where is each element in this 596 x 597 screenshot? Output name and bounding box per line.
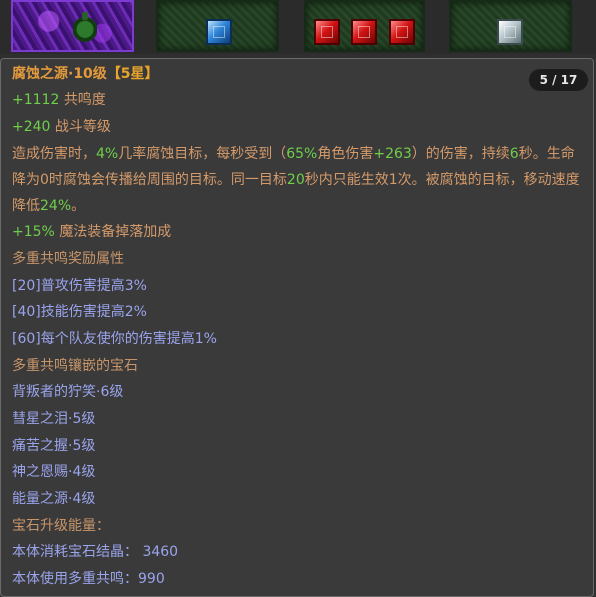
blue-gem-icon (206, 19, 232, 45)
desc-value: 20 (286, 172, 305, 188)
desc-text: 几率腐蚀目标，每秒受到（ (118, 146, 287, 162)
gems-header: 多重共鸣镶嵌的宝石 (12, 358, 138, 374)
desc-value: 4% (96, 146, 119, 162)
desc-text: 造成伤害时， (12, 146, 96, 162)
upgrade-resonance-label: 本体使用多重共鸣： (12, 571, 138, 587)
desc-value: +263 (373, 146, 412, 162)
gem-slot-3[interactable] (449, 0, 572, 52)
upgrade-crystal-value: 3460 (142, 544, 179, 560)
upgrade-crystal: 本体消耗宝石结晶： 3460 (12, 542, 178, 562)
gem-slot-2[interactable] (304, 0, 425, 52)
stat-combat-value: +240 (12, 119, 51, 135)
item-slot[interactable] (11, 0, 134, 52)
desc-value: 65% (286, 146, 318, 162)
desc-text: ）的伤害，持续 (411, 146, 510, 162)
desc-text: 。 (71, 198, 86, 214)
stat-drop-value: +15% (12, 224, 55, 240)
red-gem-icon (351, 19, 377, 45)
gem-slot-strip (0, 0, 596, 54)
upgrade-crystal-label: 本体消耗宝石结晶： (12, 544, 138, 560)
desc-text: 角色伤害 (317, 146, 374, 162)
red-gem-icon (389, 19, 415, 45)
red-gem-icon (314, 19, 340, 45)
bonus-item: [20]普攻伤害提高3% (12, 278, 147, 294)
item-description: 造成伤害时，4%几率腐蚀目标，每秒受到（65%角色伤害+263）的伤害，持续6秒… (12, 141, 582, 219)
gem-item: 神之恩赐·4级 (12, 464, 96, 480)
gem-item: 背叛者的狞笑·6级 (12, 384, 124, 400)
item-title: 腐蚀之源·10级【5星】 (12, 64, 159, 84)
stat-drop-label: 魔法装备掉落加成 (59, 224, 172, 240)
page-indicator[interactable]: 5 / 17 (529, 69, 588, 91)
gem-item: 彗星之泪·5级 (12, 411, 96, 427)
bonus-item: [60]每个队友使你的伤害提高1% (12, 331, 217, 347)
gem-slot-1[interactable] (156, 0, 279, 52)
upgrade-header: 宝石升级能量： (12, 518, 110, 534)
stat-drop-bonus: +15% 魔法装备掉落加成 (12, 222, 171, 242)
stat-combat-label: 战斗等级 (54, 119, 111, 135)
stat-resonance-value: +1112 (12, 92, 60, 108)
gem-item: 能量之源·4级 (12, 491, 96, 507)
upgrade-resonance: 本体使用多重共鸣：990 (12, 569, 165, 589)
stat-resonance-label: 共鸣度 (63, 92, 106, 108)
corrosion-source-icon (73, 12, 97, 42)
stat-resonance: +1112 共鸣度 (12, 90, 106, 110)
item-name: 腐蚀之源·10级 (12, 66, 107, 82)
gem-item: 痛苦之握·5级 (12, 438, 96, 454)
stat-combat-level: +240 战斗等级 (12, 117, 111, 137)
upgrade-resonance-value: 990 (138, 571, 165, 587)
white-gem-icon (497, 19, 523, 45)
bonus-header: 多重共鸣奖励属性 (12, 251, 124, 267)
item-stars: 【5星】 (106, 66, 159, 82)
desc-value: 24% (40, 198, 72, 214)
desc-value: 6 (509, 146, 519, 162)
bonus-item: [40]技能伤害提高2% (12, 304, 147, 320)
